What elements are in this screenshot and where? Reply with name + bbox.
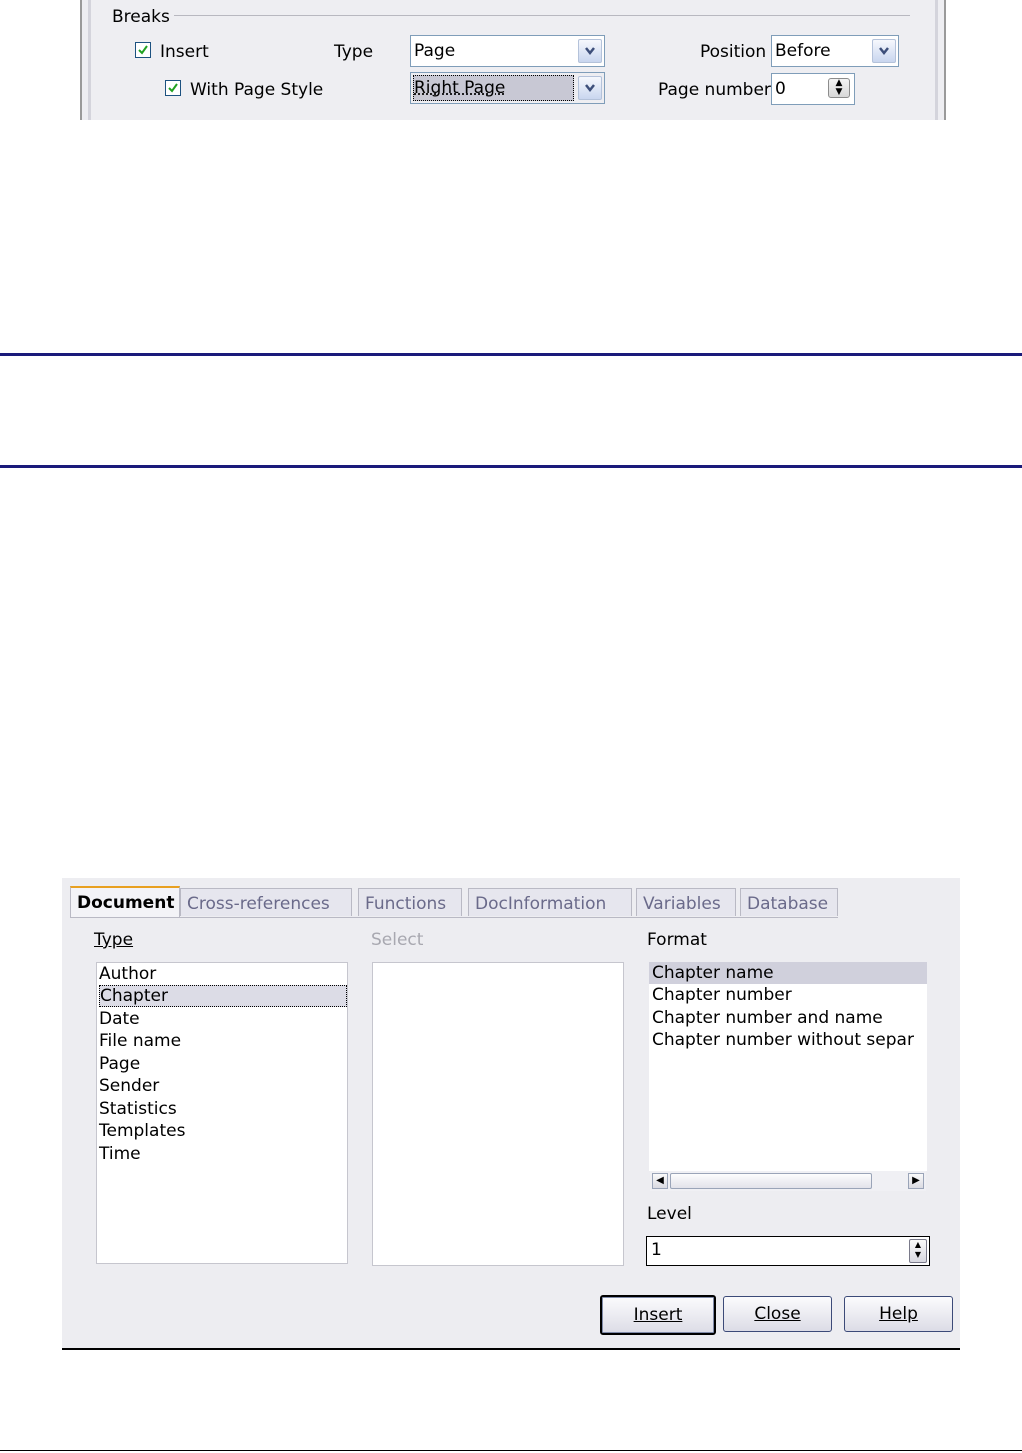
type-label: Type (334, 42, 374, 62)
select-listbox[interactable] (372, 962, 624, 1266)
list-item[interactable]: Chapter number and name (652, 1007, 883, 1029)
insert-checkbox[interactable] (135, 42, 151, 58)
spinner-arrows-icon[interactable]: ▲ ▼ (828, 78, 850, 98)
list-item[interactable]: Templates (99, 1120, 185, 1142)
tab-docinformation[interactable]: DocInformation (468, 888, 632, 916)
list-item-selected[interactable]: Chapter (99, 985, 347, 1007)
format-listbox[interactable]: Chapter name Chapter number Chapter numb… (649, 962, 927, 1171)
page-style-value: Right Page (414, 78, 506, 98)
select-list-label: Select (371, 930, 424, 950)
insert-button-label: Insert (633, 1305, 683, 1325)
type-list-label: Type (94, 930, 134, 950)
check-icon (138, 45, 148, 55)
list-item[interactable]: Page (99, 1053, 140, 1075)
tab-functions[interactable]: Functions (358, 888, 462, 916)
list-item-selected[interactable]: Chapter name (649, 962, 927, 984)
with-page-style-label: With Page Style (190, 80, 324, 100)
list-item[interactable]: File name (99, 1030, 181, 1052)
chevron-down-icon[interactable] (872, 39, 896, 63)
close-button-label: Close (754, 1304, 801, 1324)
page-number-label: Page number (658, 80, 771, 100)
list-item[interactable]: Date (99, 1008, 140, 1030)
chevron-down-icon[interactable] (578, 39, 602, 63)
position-select[interactable]: Before (771, 35, 899, 67)
level-value[interactable]: 1 (651, 1240, 662, 1260)
list-item[interactable]: Statistics (99, 1098, 177, 1120)
help-button-label: Help (879, 1304, 918, 1324)
scroll-left-icon[interactable]: ◀ (652, 1173, 668, 1189)
spinner-arrows-icon[interactable]: ▲ ▼ (909, 1239, 927, 1263)
scrollbar-thumb[interactable] (670, 1173, 872, 1189)
close-button[interactable]: Close (723, 1296, 832, 1332)
level-label: Level (647, 1204, 692, 1224)
list-item[interactable]: Chapter number without separ (652, 1029, 914, 1051)
with-page-style-checkbox[interactable] (165, 80, 181, 96)
level-spinner[interactable]: 1 ▲ ▼ (646, 1236, 930, 1266)
page-number-spinner[interactable]: 0 ▲ ▼ (771, 73, 855, 105)
check-icon (168, 83, 178, 93)
page-style-select[interactable]: Right Page (410, 72, 605, 104)
tab-document[interactable]: Document (70, 886, 180, 918)
page-footer-rule (0, 1450, 1022, 1451)
tab-baseline (70, 917, 838, 918)
list-item[interactable]: Author (99, 963, 156, 985)
tab-variables[interactable]: Variables (636, 888, 736, 916)
break-type-select[interactable]: Page (410, 35, 605, 67)
break-type-value: Page (414, 41, 456, 61)
section-separator-bottom (0, 465, 1022, 468)
breaks-panel: Breaks Insert With Page Style Type Page … (80, 0, 946, 120)
list-item[interactable]: Chapter number (652, 984, 792, 1006)
format-list-label: Format (647, 930, 707, 950)
help-button[interactable]: Help (844, 1296, 953, 1332)
type-listbox[interactable]: Author Chapter Date File name Page Sende… (96, 962, 348, 1264)
group-divider (174, 15, 910, 16)
scroll-right-icon[interactable]: ▶ (908, 1173, 924, 1189)
insert-button[interactable]: Insert (600, 1295, 716, 1335)
tab-cross-references[interactable]: Cross-references (180, 888, 352, 916)
breaks-group-title: Breaks (112, 7, 170, 27)
page-number-value: 0 (775, 79, 786, 99)
insert-label: Insert (160, 42, 209, 62)
list-item[interactable]: Sender (99, 1075, 159, 1097)
chevron-down-icon[interactable] (578, 76, 602, 100)
position-label: Position (700, 42, 767, 62)
position-value: Before (775, 41, 831, 61)
format-horizontal-scrollbar[interactable]: ◀ ▶ (650, 1171, 926, 1191)
tab-database[interactable]: Database (740, 888, 838, 916)
list-item[interactable]: Time (99, 1143, 141, 1165)
section-separator-top (0, 353, 1022, 356)
